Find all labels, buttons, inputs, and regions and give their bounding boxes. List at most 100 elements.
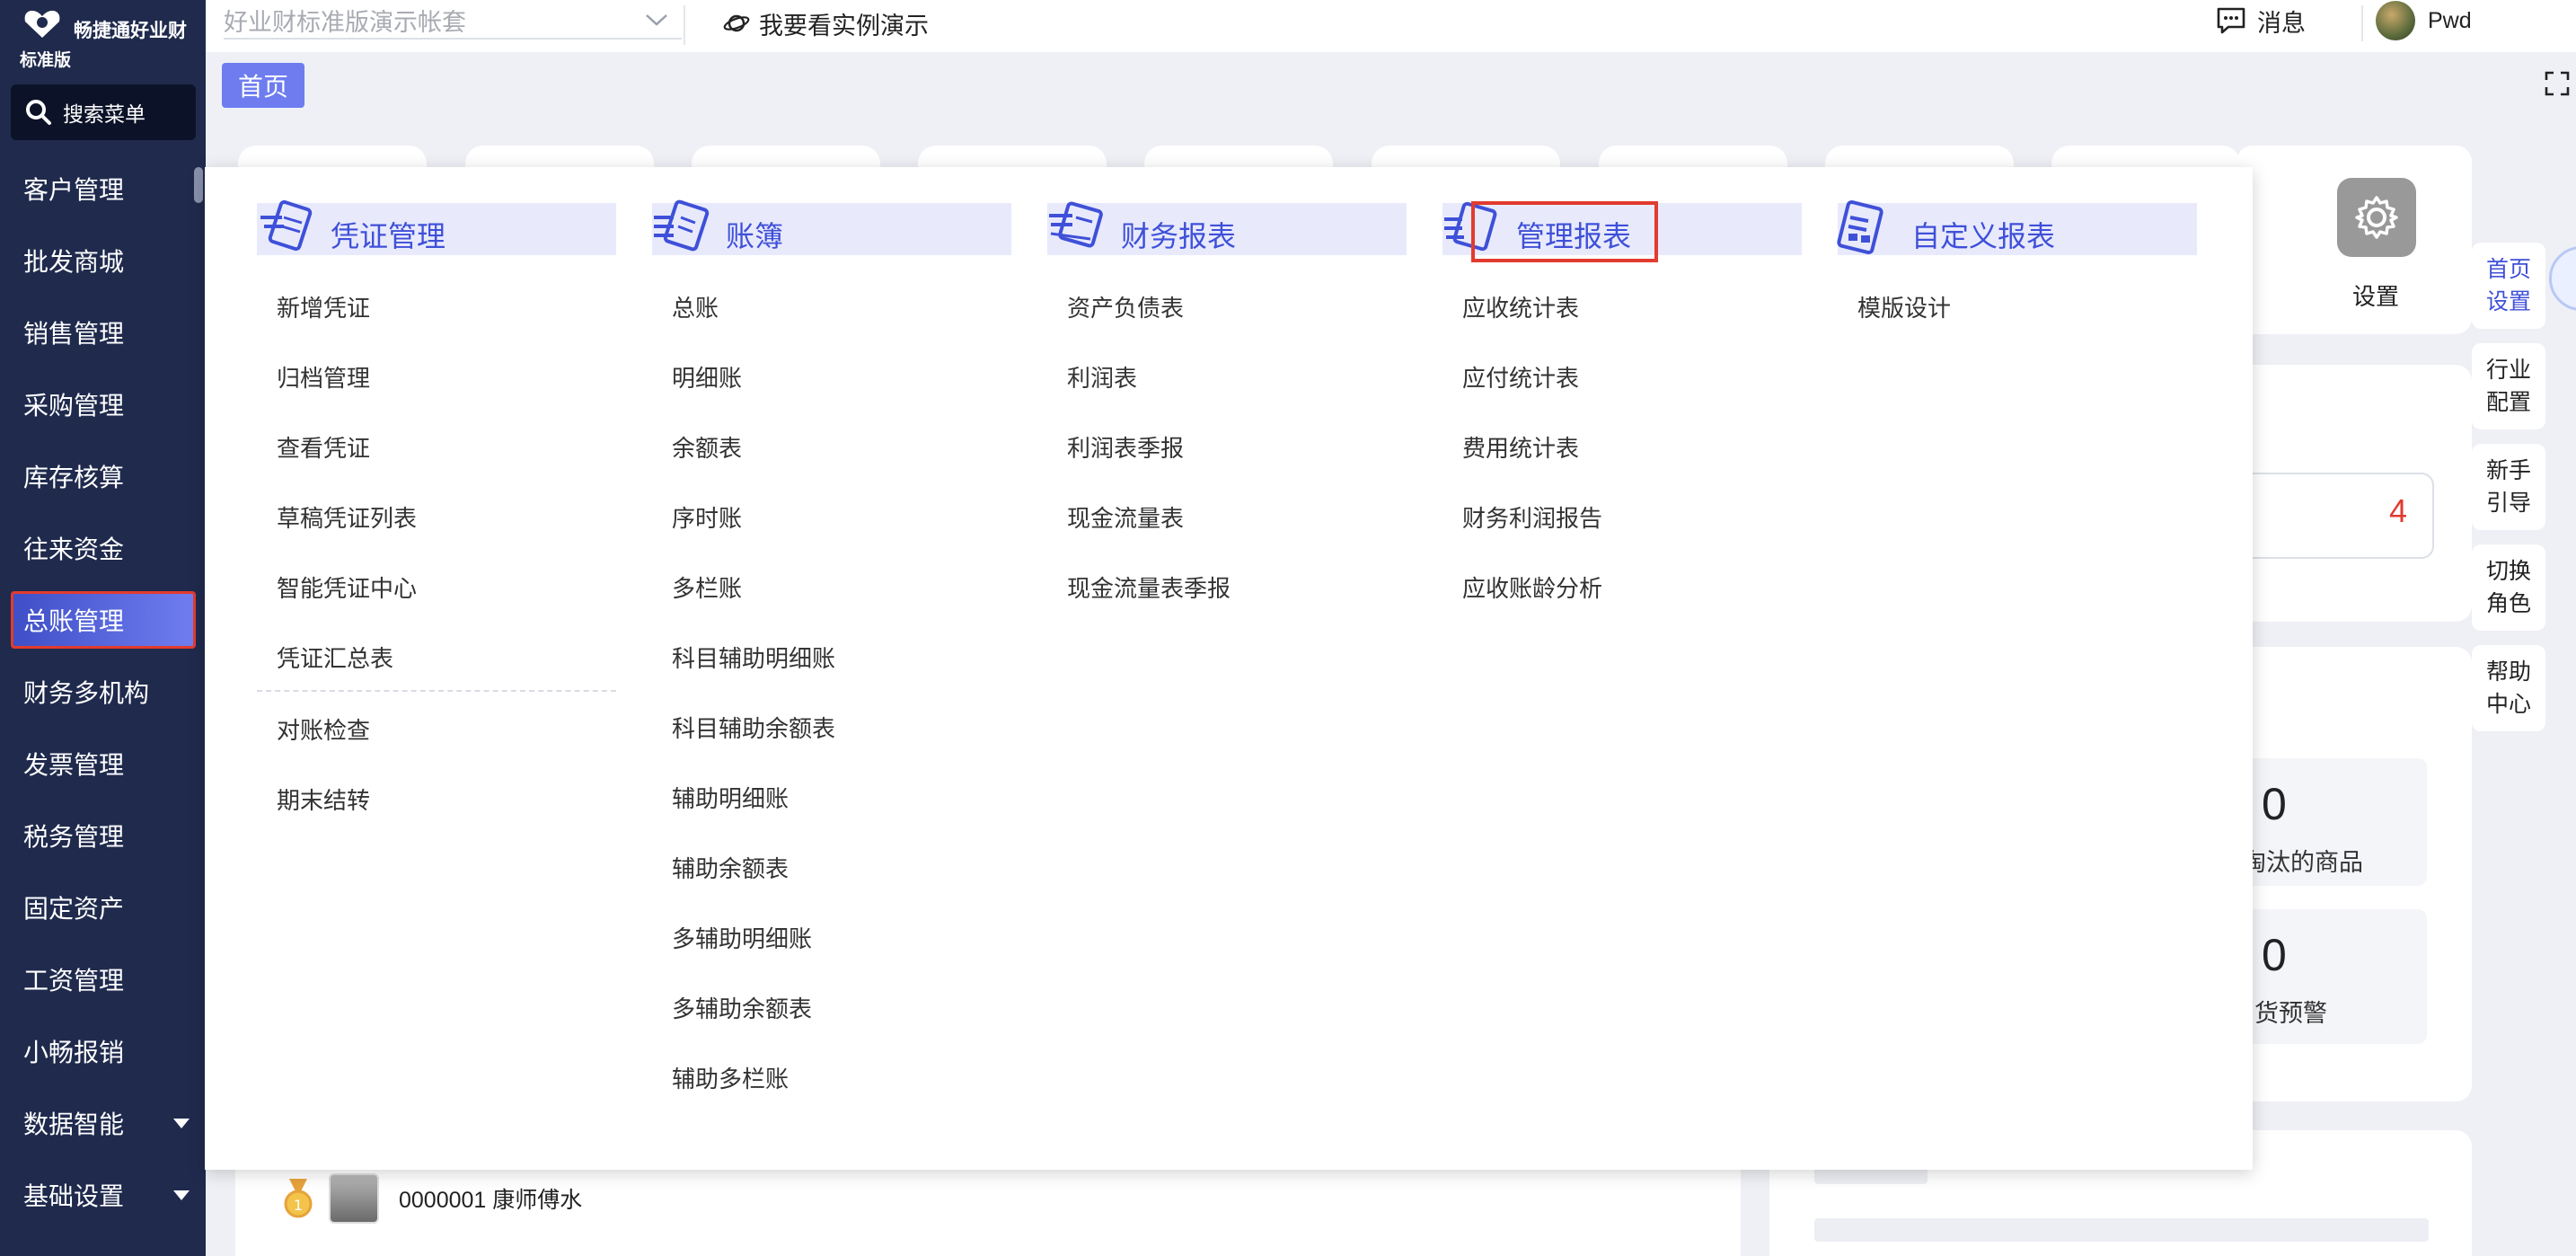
sidebar-item-label: 往来资金 <box>23 535 125 563</box>
menu-item[interactable]: 多栏账 <box>652 552 1011 622</box>
sidebar: 畅捷通好业财 标准版 搜索菜单 客户管理 批发商城 销售管理 采购管理 库存核算… <box>0 0 206 1256</box>
menu-item[interactable]: 辅助余额表 <box>652 832 1011 902</box>
switch-role-button[interactable]: 切换角色 <box>2472 544 2545 631</box>
menu-item[interactable]: 智能凭证中心 <box>257 552 616 622</box>
stat-label: 货预警 <box>2254 1000 2327 1027</box>
brand-logo-icon <box>24 10 60 38</box>
sidebar-item-purchase[interactable]: 采购管理 <box>0 368 206 440</box>
planet-icon <box>723 14 750 32</box>
chevron-down-icon <box>646 14 667 26</box>
stat-value: 0 <box>2262 930 2287 980</box>
menu-item[interactable]: 利润表 <box>1047 341 1407 411</box>
beginner-guide-button[interactable]: 新手引导 <box>2472 444 2545 530</box>
menu-item[interactable]: 科目辅助明细账 <box>652 622 1011 692</box>
industry-config-button[interactable]: 行业配置 <box>2472 343 2545 429</box>
home-settings-button[interactable]: 首页设置 <box>2472 243 2545 329</box>
user-menu[interactable]: Pwd <box>2376 0 2472 41</box>
search-menu-button[interactable]: 搜索菜单 <box>11 84 196 140</box>
menu-item[interactable]: 查看凭证 <box>257 411 616 482</box>
brand-name: 畅捷通好业财 <box>74 21 187 41</box>
sidebar-item-customer[interactable]: 客户管理 <box>0 153 206 225</box>
account-select[interactable]: 好业财标准版演示帐套 <box>224 2 682 40</box>
menu-item[interactable]: 余额表 <box>652 411 1011 482</box>
menu-column-management-reports: 管理报表 应收统计表 应付统计表 费用统计表 财务利润报告 应收账龄分析 <box>1442 201 1802 622</box>
help-center-button[interactable]: 帮助中心 <box>2472 645 2545 731</box>
message-icon <box>2217 7 2245 34</box>
custom-report-icon <box>1837 199 1883 255</box>
menu-item[interactable]: 辅助明细账 <box>652 762 1011 832</box>
brand-logo[interactable]: 畅捷通好业财 标准版 <box>20 4 208 70</box>
ranking-row[interactable]: 1 0000001 康师傅水 <box>280 1173 582 1224</box>
menu-item[interactable]: 新增凭证 <box>257 271 616 341</box>
sidebar-item-general-ledger[interactable]: 总账管理 <box>0 584 206 656</box>
rank-number: 1 <box>294 1197 303 1214</box>
menu-item[interactable]: 财务利润报告 <box>1442 482 1802 552</box>
sidebar-item-label: 批发商城 <box>23 248 125 276</box>
demo-link[interactable]: 我要看实例演示 <box>723 5 929 41</box>
menu-item[interactable]: 归档管理 <box>257 341 616 411</box>
general-ledger-menu: 凭证管理 新增凭证 归档管理 查看凭证 草稿凭证列表 智能凭证中心 凭证汇总表 对账检查 期末… <box>205 167 2253 1170</box>
menu-column-items: 资产负债表 利润表 利润表季报 现金流量表 现金流量表季报 <box>1047 255 1407 622</box>
menu-item[interactable]: 利润表季报 <box>1047 411 1407 482</box>
menu-item[interactable]: 明细账 <box>652 341 1011 411</box>
menu-item[interactable]: 总账 <box>652 271 1011 341</box>
menu-item[interactable]: 资产负债表 <box>1047 271 1407 341</box>
sidebar-item-multi-org[interactable]: 财务多机构 <box>0 656 206 728</box>
sidebar-item-fixed-assets[interactable]: 固定资产 <box>0 871 206 943</box>
rail-label: 首页设置 <box>2485 257 2531 314</box>
skeleton-bar <box>1814 1218 2429 1242</box>
menu-item[interactable]: 对账检查 <box>257 694 616 764</box>
menu-separator <box>257 690 616 692</box>
tab-home[interactable]: 首页 <box>222 63 304 108</box>
menu-item[interactable]: 应收统计表 <box>1442 271 1802 341</box>
menu-item[interactable]: 科目辅助余额表 <box>652 692 1011 762</box>
menu-item[interactable]: 应付统计表 <box>1442 341 1802 411</box>
menu-item[interactable]: 现金流量表季报 <box>1047 552 1407 622</box>
menu-column-items: 应收统计表 应付统计表 费用统计表 财务利润报告 应收账龄分析 <box>1442 255 1802 622</box>
messages-button[interactable]: 消息 <box>2216 2 2306 40</box>
ledger-icon <box>654 199 710 252</box>
avatar <box>2376 1 2415 40</box>
menu-item[interactable]: 多辅助余额表 <box>652 972 1011 1042</box>
menu-item[interactable]: 凭证汇总表 <box>257 622 616 692</box>
sidebar-item-tax[interactable]: 税务管理 <box>0 800 206 871</box>
sidebar-item-funds[interactable]: 往来资金 <box>0 512 206 584</box>
sidebar-item-wholesale-mall[interactable]: 批发商城 <box>0 225 206 296</box>
sidebar-item-label: 数据智能 <box>23 1110 125 1138</box>
menu-item[interactable]: 辅助多栏账 <box>652 1042 1011 1112</box>
sidebar-nav: 客户管理 批发商城 销售管理 采购管理 库存核算 往来资金 总账管理 财务多机构… <box>0 153 206 1231</box>
sidebar-item-label: 税务管理 <box>23 823 125 851</box>
menu-column-header: 管理报表 <box>1442 201 1802 262</box>
sidebar-item-basic-settings[interactable]: 基础设置 <box>0 1159 206 1231</box>
fullscreen-icon[interactable] <box>2544 70 2571 97</box>
menu-column-title[interactable]: 管理报表 <box>1516 214 1631 255</box>
sidebar-item-data-intelligence[interactable]: 数据智能 <box>0 1087 206 1159</box>
menu-item[interactable]: 期末结转 <box>257 764 616 834</box>
sidebar-item-expense[interactable]: 小畅报销 <box>0 1015 206 1087</box>
sidebar-item-sales[interactable]: 销售管理 <box>0 296 206 368</box>
sidebar-item-payroll[interactable]: 工资管理 <box>0 943 206 1015</box>
menu-item[interactable]: 模版设计 <box>1838 271 2197 341</box>
sidebar-item-label: 销售管理 <box>23 320 125 348</box>
sidebar-item-invoice[interactable]: 发票管理 <box>0 728 206 800</box>
menu-column-ledger: 账簿 总账 明细账 余额表 序时账 多栏账 科目辅助明细账 科目辅助余额表 辅助明细账 辅助余额… <box>652 199 1011 1112</box>
menu-item[interactable]: 序时账 <box>652 482 1011 552</box>
rail-label: 帮助中心 <box>2485 659 2531 717</box>
medal-icon: 1 <box>284 1179 313 1218</box>
menu-item[interactable]: 费用统计表 <box>1442 411 1802 482</box>
menu-item[interactable]: 多辅助明细账 <box>652 902 1011 972</box>
menu-item[interactable]: 草稿凭证列表 <box>257 482 616 552</box>
assistant-icon[interactable] <box>2549 246 2576 311</box>
top-bar: 好业财标准版演示帐套 我要看实例演示 消息 Pwd <box>206 0 2576 52</box>
divider <box>684 5 685 45</box>
menu-column-title: 财务报表 <box>1121 220 1237 252</box>
sidebar-item-inventory[interactable]: 库存核算 <box>0 440 206 512</box>
messages-label: 消息 <box>2257 9 2306 37</box>
menu-column-header: 自定义报表 <box>1837 199 2197 255</box>
sidebar-item-label: 客户管理 <box>23 176 125 204</box>
settings-button[interactable] <box>2337 178 2416 257</box>
rail-label: 行业配置 <box>2485 358 2531 415</box>
user-name: Pwd <box>2428 7 2472 33</box>
menu-item[interactable]: 应收账龄分析 <box>1442 552 1802 622</box>
menu-item[interactable]: 现金流量表 <box>1047 482 1407 552</box>
